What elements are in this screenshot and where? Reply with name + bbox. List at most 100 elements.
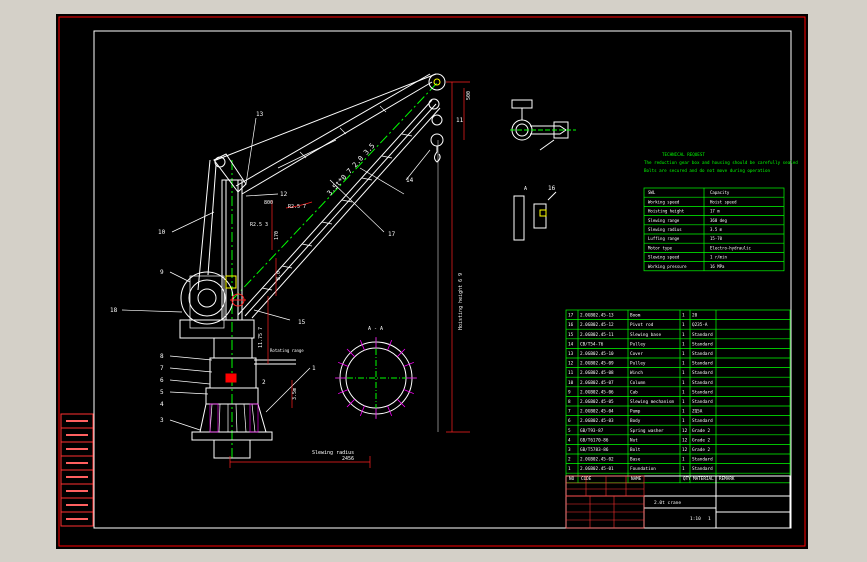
bom-cell: 1 (682, 380, 685, 386)
dim-r25-7: R2.5 7 (288, 204, 306, 210)
bom-cell: Spring washer (630, 428, 664, 434)
bom-cell: 12 (682, 428, 688, 434)
callout-10: 10 (158, 229, 166, 236)
callout-7: 7 (160, 365, 164, 372)
bom-cell: 1 (682, 322, 685, 328)
bom-cell: 2.0GB02.45-10 (580, 351, 614, 357)
bom-cell: 14 (568, 341, 574, 347)
slewing-radius-label: Slewing radius (312, 450, 354, 456)
bom-header-cell: QTY (683, 476, 691, 482)
bom-cell: Base (630, 457, 641, 463)
bom-cell: Bolt (630, 447, 641, 453)
bom-cell: Nut (630, 437, 638, 443)
bom-cell: 8 (568, 399, 571, 405)
callout-8: 8 (160, 353, 164, 360)
bom-cell: 2.0GB02.45-12 (580, 322, 614, 328)
bom-cell: Slewing base (630, 332, 661, 338)
callout-3: 3 (160, 417, 164, 424)
bom-cell: 2.0GB02.45-08 (580, 370, 614, 376)
callout-2: 2 (262, 379, 266, 386)
bom-cell: 11 (568, 370, 574, 376)
param-value: 15-70 (710, 236, 723, 241)
bom-cell: Winch (630, 370, 643, 376)
bom-cell: 7 (568, 409, 571, 415)
bom-cell: Standard (692, 389, 713, 395)
callout-5: 5 (160, 389, 164, 396)
bom-cell: Pump (630, 409, 641, 415)
bom-cell: 2.0GB02.45-06 (580, 389, 614, 395)
bom-cell: 17 (568, 313, 574, 319)
bom-cell: Standard (692, 341, 713, 347)
bom-cell: Standard (692, 399, 713, 405)
bom-cell: Standard (692, 361, 713, 367)
bom-header-cell: REMARK (719, 476, 735, 482)
param-value: Hoist speed (710, 199, 737, 204)
dim-2456: 2456 (342, 456, 354, 462)
bom-cell: 1 (682, 418, 685, 424)
bom-cell: 2.0GB02.45-04 (580, 409, 614, 415)
bom-cell: 2.0GB02.45-13 (580, 313, 614, 319)
bom-cell: 12 (568, 361, 574, 367)
dim-r25-3: R2.5 3 (250, 222, 268, 228)
callout-15: 15 (298, 319, 306, 326)
bom-cell: Grade 2 (692, 447, 711, 453)
bom-cell: ZQ5A (692, 409, 703, 415)
bom-cell: GB/T6170-86 (580, 437, 609, 443)
param-name: Slewing radius (648, 227, 682, 232)
bom-cell: 12 (682, 447, 688, 453)
bom-cell: 2.0GB02.45-11 (580, 332, 614, 338)
bom-cell: 2.0GB02.45-02 (580, 457, 614, 463)
bom-cell: 1 (682, 389, 685, 395)
bom-cell: 2.0GB02.45-05 (580, 399, 614, 405)
cad-drawing-canvas[interactable]: 13 12 11 10 9 18 8 7 6 5 4 3 2 1 14 15 1… (0, 0, 867, 562)
bom-cell: 16 (568, 322, 574, 328)
bom-cell: Column (630, 380, 646, 386)
bom-cell: 1 (568, 466, 571, 472)
bom-cell: Standard (692, 332, 713, 338)
param-name: Slewing speed (648, 255, 680, 260)
bom-header-cell: NAME (631, 476, 642, 482)
param-name: Motor type (648, 245, 673, 250)
param-value: Electro-hydraulic (710, 245, 752, 250)
bom-cell: Standard (692, 351, 713, 357)
bom-cell: Grade 2 (692, 428, 711, 434)
bom-cell: Pivot rod (630, 322, 654, 328)
bom-cell: Foundation (630, 466, 656, 472)
bom-cell: 20 (692, 313, 698, 319)
callout-17: 17 (388, 231, 396, 238)
bom-cell: Grade 2 (692, 437, 711, 443)
param-name: Luffing range (648, 236, 680, 241)
bom-cell: CB/T54-76 (580, 341, 604, 347)
bom-header-cell: MATERIAL (693, 476, 714, 482)
tech-req-title: TECHNICAL REQUEST (662, 152, 705, 157)
title-scale: 1:10 (690, 516, 701, 522)
bom-cell: Standard (692, 418, 713, 424)
param-name: SWL (648, 190, 656, 195)
view-a-label: A (524, 186, 527, 192)
dim-800: 800 (264, 200, 273, 206)
bom-cell: 10 (568, 380, 574, 386)
section-a-a-label: A - A (368, 326, 383, 332)
bom-cell: 1 (682, 466, 685, 472)
callout-12: 12 (280, 191, 288, 198)
bom-cell: 15 (568, 332, 574, 338)
rotating-range-label: Rotating range (270, 348, 304, 353)
callout-9: 9 (160, 269, 164, 276)
callout-11: 11 (456, 117, 464, 124)
bom-header-cell: NO (569, 476, 575, 482)
param-value: 1 r/min (710, 255, 727, 260)
callout-18: 18 (110, 307, 118, 314)
bom-cell: 3 (568, 447, 571, 453)
bom-cell: Cover (630, 351, 643, 357)
param-name: Working pressure (648, 264, 687, 269)
bom-cell: GB/T93-87 (580, 428, 604, 434)
param-value: Capacity (710, 190, 730, 195)
param-name: Working speed (648, 199, 680, 204)
bom-cell: 1 (682, 313, 685, 319)
bom-header-cell: CODE (581, 476, 592, 482)
bom-cell: 12 (682, 437, 688, 443)
param-value: 3.5 m (710, 227, 723, 232)
bom-cell: Body (630, 418, 641, 424)
bom-cell: 1 (682, 351, 685, 357)
bom-cell: Standard (692, 370, 713, 376)
